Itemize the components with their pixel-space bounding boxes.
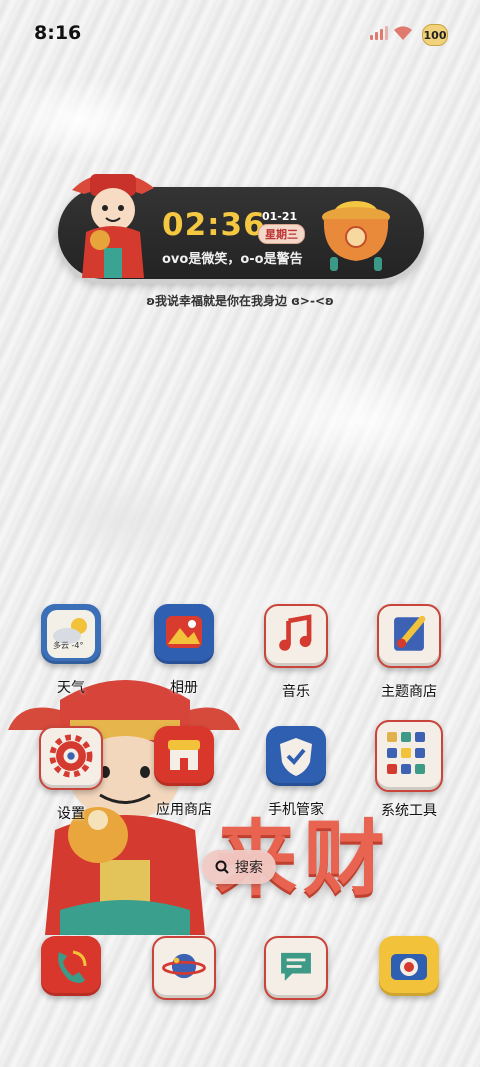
music-note-icon bbox=[264, 604, 328, 668]
clock-time: 02:36 bbox=[162, 207, 266, 243]
search-label: 搜索 bbox=[235, 860, 263, 876]
dock-browser[interactable] bbox=[139, 936, 229, 1000]
app-weather[interactable]: 多云 -4° 天气 bbox=[26, 604, 116, 697]
dock-phone[interactable] bbox=[26, 936, 116, 996]
app-settings-label: 设置 bbox=[57, 806, 85, 822]
camera-icon bbox=[379, 936, 439, 996]
gear-icon bbox=[39, 726, 103, 790]
widget-tagline: ʚ我说幸福就是你在我身边 ɞ>-<ʚ bbox=[146, 294, 334, 308]
treasure-pot-icon bbox=[322, 201, 390, 271]
search-icon bbox=[215, 860, 229, 874]
app-theme-store[interactable]: 主题商店 bbox=[364, 604, 454, 701]
status-bar: 8:16 100 bbox=[0, 0, 480, 60]
app-phone-manager-label: 手机管家 bbox=[268, 802, 324, 818]
app-app-store-label: 应用商店 bbox=[156, 802, 212, 818]
app-weather-label: 天气 bbox=[57, 680, 85, 696]
widget-motto: ovo是微笑，o-o是警告 bbox=[162, 252, 303, 267]
paintbrush-icon bbox=[377, 604, 441, 668]
gallery-icon bbox=[154, 604, 214, 664]
dock-messages[interactable] bbox=[251, 936, 341, 1000]
folder-system-tools-label: 系统工具 bbox=[381, 803, 437, 819]
signal-icon bbox=[370, 26, 388, 40]
app-music[interactable]: 音乐 bbox=[251, 604, 341, 701]
folder-system-tools[interactable]: 系统工具 bbox=[364, 720, 454, 820]
shield-icon bbox=[266, 726, 326, 786]
app-gallery-label: 相册 bbox=[170, 680, 198, 696]
folder-icon bbox=[375, 720, 443, 792]
app-phone-manager[interactable]: 手机管家 bbox=[251, 726, 341, 819]
app-music-label: 音乐 bbox=[282, 684, 310, 700]
dock-camera[interactable] bbox=[364, 936, 454, 996]
god-of-wealth-icon bbox=[72, 174, 154, 278]
planet-icon bbox=[152, 936, 216, 1000]
clock-weekday: 星期三 bbox=[258, 224, 305, 244]
app-settings[interactable]: 设置 bbox=[26, 726, 116, 823]
shop-icon bbox=[154, 726, 214, 786]
status-time: 8:16 bbox=[34, 22, 82, 44]
clock-date: 01-21 bbox=[262, 210, 298, 223]
weather-badge: 多云 -4° bbox=[53, 641, 84, 650]
battery-indicator: 100 bbox=[422, 24, 448, 46]
app-gallery[interactable]: 相册 bbox=[139, 604, 229, 697]
wifi-icon bbox=[394, 26, 412, 40]
search-button[interactable]: 搜索 bbox=[202, 850, 276, 884]
app-app-store[interactable]: 应用商店 bbox=[139, 726, 229, 819]
weather-icon: 多云 -4° bbox=[41, 604, 101, 664]
app-theme-store-label: 主题商店 bbox=[381, 684, 437, 700]
phone-icon bbox=[41, 936, 101, 996]
chat-bubble-icon bbox=[264, 936, 328, 1000]
